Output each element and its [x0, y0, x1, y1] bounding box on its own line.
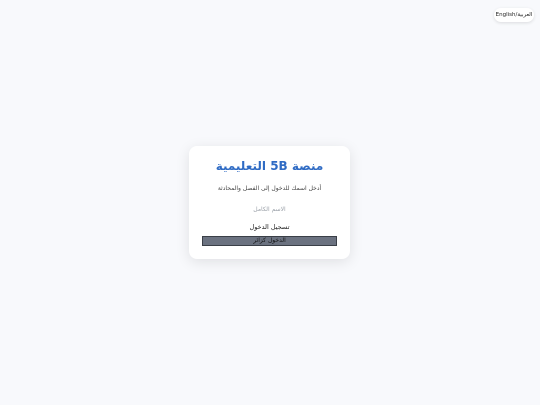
language-toggle-button[interactable]: English/العربية — [494, 8, 534, 22]
full-name-input[interactable] — [202, 204, 337, 215]
login-button[interactable]: تسجيل الدخول — [202, 221, 337, 233]
login-instructions: أدخل اسمك للدخول إلى الفصل والمحادثة — [217, 185, 322, 192]
guest-login-button[interactable]: الدخول كزائر — [202, 236, 337, 246]
page-title: منصة 5B التعليمية — [215, 159, 324, 173]
login-card: منصة 5B التعليمية أدخل اسمك للدخول إلى ا… — [189, 146, 350, 259]
